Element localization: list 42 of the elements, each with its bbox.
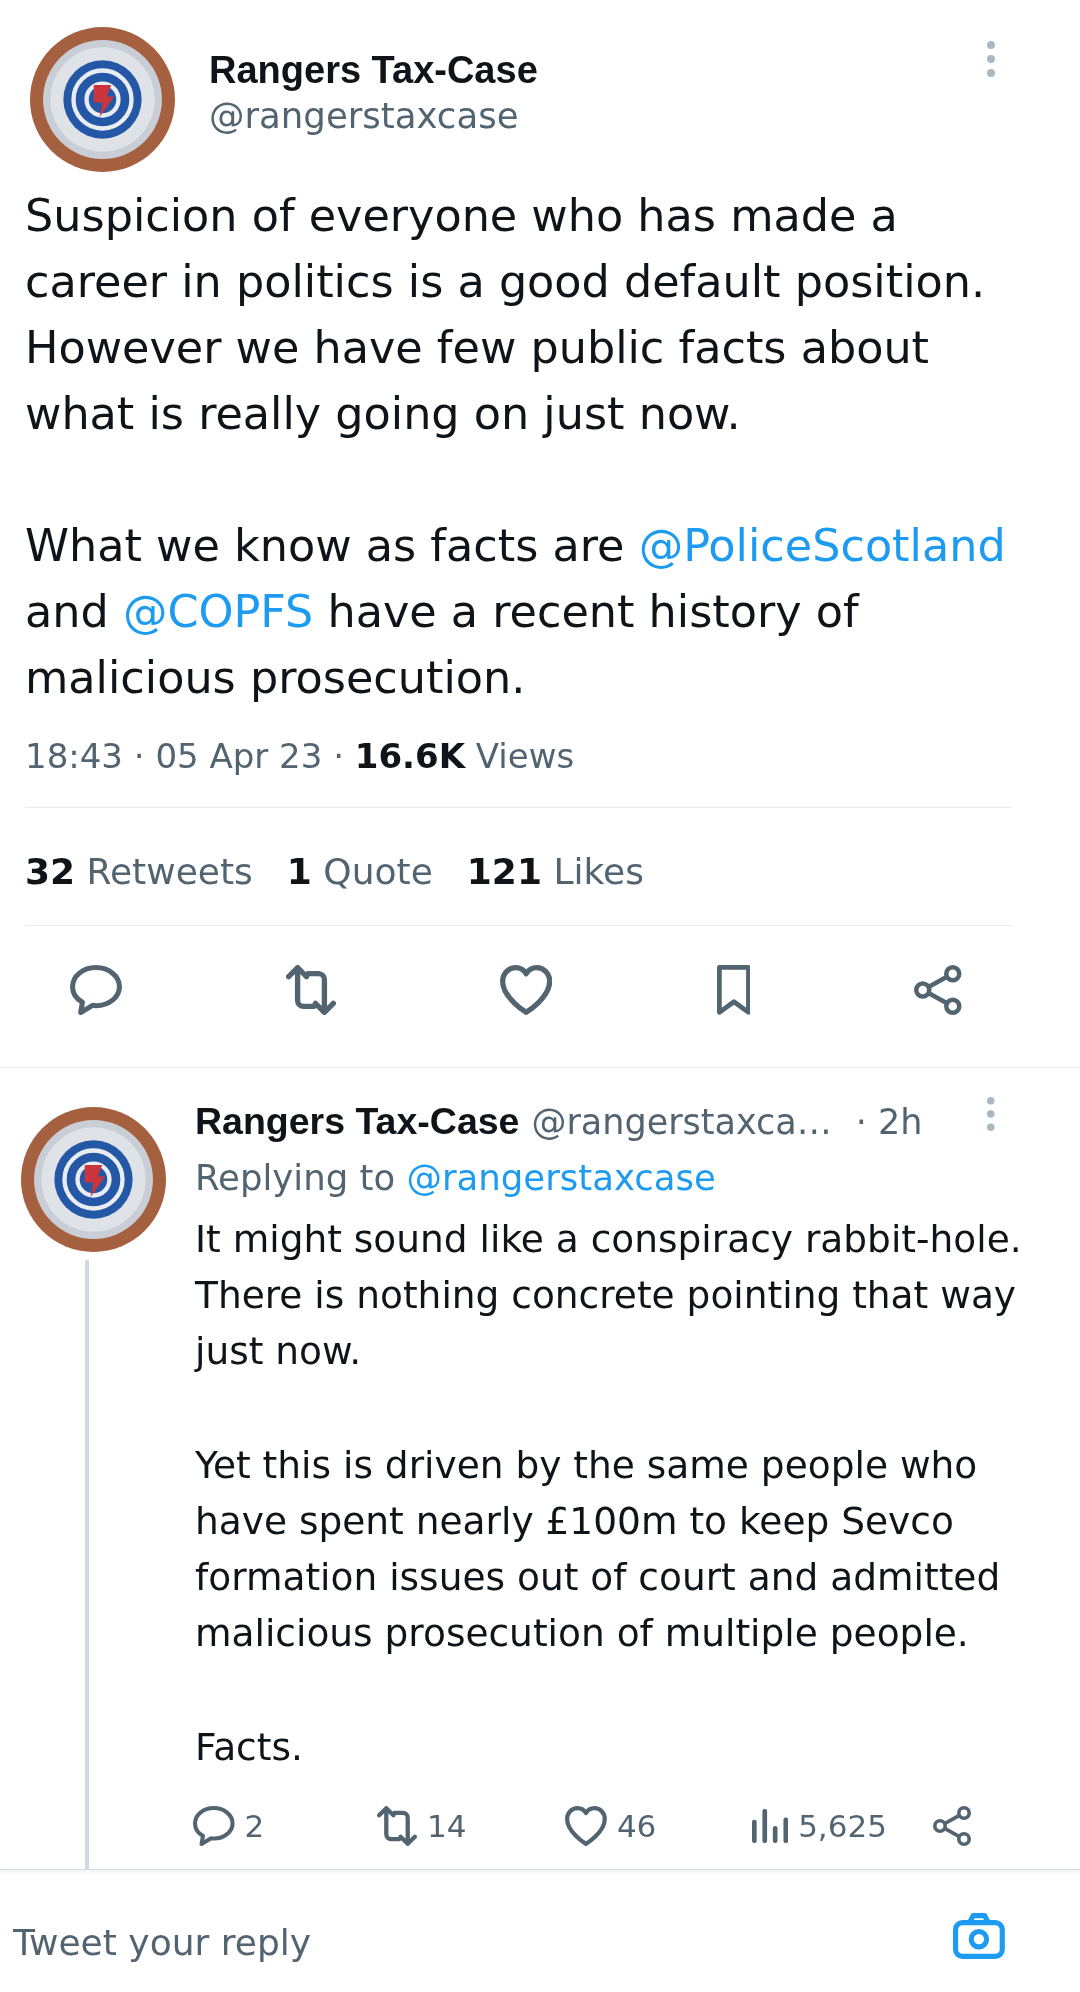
reply-input[interactable]: Tweet your reply (13, 1920, 931, 1966)
reply-button[interactable]: 2 (193, 1804, 265, 1848)
bookmark-button[interactable] (716, 965, 751, 1015)
retweet-button[interactable]: 14 (377, 1804, 467, 1848)
bar-chart-icon (752, 1809, 789, 1843)
stat-link[interactable]: 32 Retweets (25, 850, 253, 894)
reply-text: Facts. (195, 1724, 304, 1771)
share-icon (914, 965, 962, 1015)
heart-icon (500, 965, 553, 1015)
like-button[interactable] (500, 965, 553, 1015)
heart-icon (565, 1806, 607, 1846)
loop-arrows-icon (377, 1806, 417, 1846)
vertical-dots-icon (987, 1097, 995, 1131)
reply-button[interactable] (70, 965, 122, 1015)
author-handle[interactable]: @rangerstaxca… (531, 1094, 832, 1150)
views-button[interactable]: 5,625 (752, 1804, 887, 1848)
camera-icon (953, 1913, 1005, 1959)
stat-link[interactable]: 1 Quote (286, 850, 433, 894)
share-button[interactable] (914, 965, 962, 1015)
tweet-meta-text: 18:43 · 05 Apr 23 · 16.6K Views (25, 735, 576, 778)
author-name[interactable]: Rangers Tax-Case (195, 1093, 520, 1149)
reply-text: It might sound like a conspiracy rabbit-hole. There is nothing concrete pointing that way just now. (195, 1216, 1023, 1375)
avatar-icon[interactable] (21, 1107, 166, 1252)
loop-arrows-icon (286, 965, 337, 1015)
stat-link[interactable]: 121 Likes (466, 850, 644, 894)
author-name[interactable]: Rangers Tax-Case (209, 47, 538, 93)
replying-to-text: Replying to @rangerstaxcase (195, 1156, 717, 1200)
bookmark-icon (716, 965, 751, 1015)
speech-bubble-icon (193, 1806, 235, 1846)
speech-bubble-icon (70, 965, 122, 1015)
reply-text: Yet this is driven by the same people who have spent nearly £100m to keep Sevco formation issues out of court and admitted malicious prosecution of multiple people. (195, 1442, 1002, 1657)
tweet-text: What we know as facts are @PoliceScotland and @COPFS have a recent history of malicious prosecution. (25, 519, 1007, 705)
reply-time: · 2h (855, 1101, 923, 1144)
retweet-button[interactable] (286, 965, 337, 1015)
share-icon (933, 1806, 971, 1846)
share-button[interactable] (933, 1806, 971, 1846)
camera-button[interactable] (953, 1913, 1005, 1959)
vertical-dots-icon (987, 41, 995, 77)
like-button[interactable]: 46 (565, 1804, 657, 1848)
tweet-text: Suspicion of everyone who has made a career in politics is a good default position. However we have few public facts about what is really going on just now. (25, 189, 987, 441)
avatar-icon[interactable] (30, 27, 175, 172)
author-handle[interactable]: @rangerstaxcase (209, 93, 519, 139)
